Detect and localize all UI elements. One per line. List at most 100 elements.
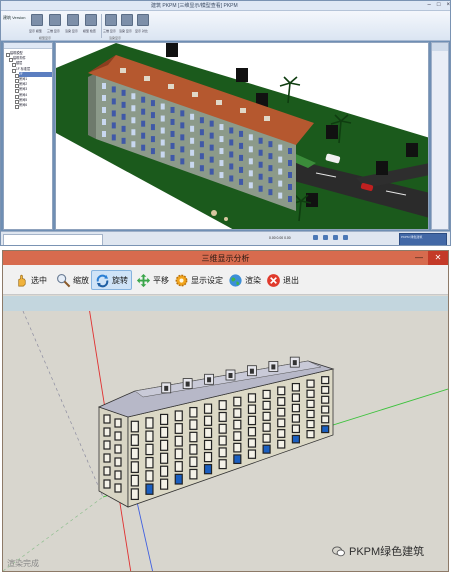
ribbon-button-5-label: 三维 显示 xyxy=(103,29,116,33)
top-window-title: 建筑 PKPM [三维显示/模型查看] PKPM xyxy=(151,3,238,9)
status-grid-icon[interactable] xyxy=(313,235,318,240)
window xyxy=(291,434,300,444)
top-window-controls: – □ × xyxy=(428,2,450,8)
exit-button[interactable]: 退出 xyxy=(263,270,302,290)
ribbon-button-4-icon[interactable] xyxy=(85,14,97,26)
render-button[interactable]: 渲染 xyxy=(225,270,264,290)
dormer-window xyxy=(164,385,169,391)
window xyxy=(247,415,257,426)
window xyxy=(321,376,330,385)
ribbon-button-5-icon[interactable] xyxy=(105,14,117,26)
window xyxy=(229,139,234,146)
window xyxy=(103,414,111,424)
window xyxy=(218,447,227,458)
window xyxy=(121,125,126,132)
rendered-3d-viewport[interactable] xyxy=(55,42,429,230)
rotate-button[interactable]: 旋转 xyxy=(91,270,132,290)
window xyxy=(262,422,271,432)
window xyxy=(190,125,195,132)
right-side-panel xyxy=(431,42,449,230)
window xyxy=(268,189,273,196)
tree-node[interactable]: 房间6 xyxy=(15,103,52,110)
window xyxy=(102,131,106,137)
window xyxy=(174,410,183,422)
app-name: 建筑 Version xyxy=(3,15,26,20)
window xyxy=(291,424,300,434)
maximize-icon[interactable]: □ xyxy=(437,2,441,8)
window xyxy=(258,149,263,156)
window xyxy=(209,132,214,139)
window xyxy=(170,154,175,161)
window xyxy=(145,417,154,429)
window xyxy=(268,141,273,148)
rotate-button-label: 旋转 xyxy=(112,275,128,285)
window xyxy=(219,160,224,167)
zoom-button-label: 缩放 xyxy=(73,275,89,285)
window xyxy=(103,479,111,489)
window xyxy=(114,457,122,467)
ribbon-button-1-icon[interactable] xyxy=(31,14,43,26)
close-button[interactable]: ✕ xyxy=(428,251,448,265)
ribbon-button-2-icon[interactable] xyxy=(49,14,61,26)
window xyxy=(277,397,286,406)
display-settings-button[interactable]: 显示设定 xyxy=(171,270,226,290)
window xyxy=(306,389,315,398)
ribbon-button-6-icon[interactable] xyxy=(121,14,133,26)
window xyxy=(229,175,234,182)
window xyxy=(189,456,198,468)
window xyxy=(160,413,169,425)
render-button-label: 渲染 xyxy=(245,275,261,285)
window xyxy=(174,435,183,447)
window xyxy=(130,474,139,487)
window xyxy=(219,148,224,155)
ribbon-button-3-icon[interactable] xyxy=(67,14,79,26)
window xyxy=(130,420,139,433)
command-input[interactable] xyxy=(3,234,103,245)
zoom-button[interactable]: 缩放 xyxy=(53,270,92,290)
pan-button[interactable]: 平移 xyxy=(133,270,172,290)
window xyxy=(248,146,253,153)
window xyxy=(189,431,198,443)
window xyxy=(258,185,263,192)
display-settings-label: 显示设定 xyxy=(191,275,223,285)
ribbon-button-7-icon[interactable] xyxy=(137,14,149,26)
window xyxy=(247,404,257,414)
window xyxy=(291,393,300,402)
model-scene xyxy=(3,311,448,571)
status-ortho-icon[interactable] xyxy=(333,235,338,240)
minimize-button[interactable]: — xyxy=(412,251,426,265)
window xyxy=(288,184,292,190)
window xyxy=(288,160,292,166)
window xyxy=(278,144,283,151)
status-snap-icon[interactable] xyxy=(323,235,328,240)
window xyxy=(262,389,271,399)
window xyxy=(262,411,271,421)
3d-model-viewport[interactable] xyxy=(3,311,448,571)
model-tree-panel: 建筑模型 建筑构件 楼层 1F 标准层 2F 房间1 房间2 房间3 房间4 房… xyxy=(3,42,53,230)
window xyxy=(306,409,315,419)
window xyxy=(278,156,283,163)
window xyxy=(190,161,195,168)
window xyxy=(306,379,315,388)
window xyxy=(288,148,292,154)
window xyxy=(209,156,214,163)
window xyxy=(277,439,286,449)
window xyxy=(102,107,106,113)
minimize-icon[interactable]: – xyxy=(428,2,431,8)
window xyxy=(199,165,204,172)
select-button[interactable]: 选中 xyxy=(11,270,50,290)
status-osnap-icon[interactable] xyxy=(343,235,348,240)
top-status-bar: 0.00 0.00 0.00 PKPM 绿色建筑 xyxy=(1,231,450,245)
close-icon[interactable]: × xyxy=(446,2,450,8)
window xyxy=(145,470,154,482)
window xyxy=(321,405,330,414)
ribbon-button-2-label: 三维 显示 xyxy=(47,29,60,33)
exit-icon xyxy=(267,273,280,287)
ribbon-button-1-label: 显示 模型 xyxy=(29,29,42,33)
window xyxy=(160,103,165,110)
window xyxy=(189,419,198,430)
window xyxy=(160,439,169,451)
window xyxy=(306,430,315,439)
window xyxy=(239,142,244,149)
pan-button-label: 平移 xyxy=(153,275,169,285)
